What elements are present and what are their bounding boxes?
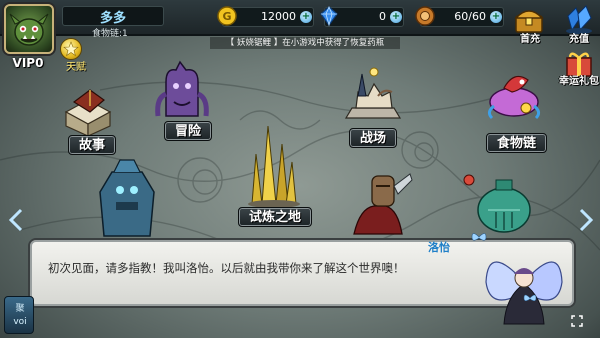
recharge-label[interactable]: 充值 xyxy=(557,30,600,45)
player-avatar[interactable] xyxy=(4,4,54,54)
player-name: 多多 xyxy=(99,11,126,26)
chat-tab-line1: 聚 xyxy=(15,304,25,314)
talent-coin-icon[interactable] xyxy=(60,38,82,60)
dialog-speaker-name: 洛怡 xyxy=(428,241,450,254)
arena-icon xyxy=(344,67,402,119)
trial-grounds-label[interactable]: 试炼之地 xyxy=(238,207,313,227)
stamina-icon xyxy=(415,6,435,26)
butterfly-icon xyxy=(523,294,537,302)
warrior-character xyxy=(346,168,416,242)
trial-grounds-building[interactable] xyxy=(242,120,302,212)
gold-value: 12000 xyxy=(261,10,296,23)
adventure-building[interactable] xyxy=(152,58,212,124)
stamina-value: 60/60 xyxy=(454,10,486,23)
broadcast-notice: 【 妖娆锯鲤 】在小游戏中获得了恢复药瓶 xyxy=(210,37,400,49)
battlefield-label[interactable]: 战场 xyxy=(349,128,398,148)
scroll-left-arrow-icon[interactable] xyxy=(8,208,24,232)
orc-face-icon xyxy=(9,13,49,46)
add-gem-button[interactable]: + xyxy=(390,11,402,23)
svg-text:G: G xyxy=(222,10,231,23)
gem-value: 0 xyxy=(379,10,386,23)
apple-icon xyxy=(463,174,475,186)
purple-tentacle-castle-icon xyxy=(155,60,209,117)
fairy-guide-portrait xyxy=(485,261,563,325)
story-label[interactable]: 故事 xyxy=(68,135,117,155)
first-charge-label[interactable]: 首充 xyxy=(508,30,552,45)
food-link-level: 食物链:1 xyxy=(92,29,128,39)
golem-statue xyxy=(92,158,162,242)
gift-box-icon xyxy=(566,52,592,77)
teapot-house-icon xyxy=(477,179,531,233)
warrior-icon xyxy=(353,173,413,235)
gold-resource: G 12000 + xyxy=(217,6,314,27)
add-gold-button[interactable]: + xyxy=(300,11,312,23)
stone-golem-icon xyxy=(99,159,155,237)
scroll-right-arrow-icon[interactable] xyxy=(578,208,594,232)
game-screen: VIP0 多多 食物链:1 天赋 G 12000 + 0 + 60/60 + 【… xyxy=(0,0,600,338)
star-icon xyxy=(63,41,79,57)
adventure-label[interactable]: 冒险 xyxy=(164,121,213,141)
fish-monster-icon xyxy=(487,75,541,120)
food-chain-building[interactable] xyxy=(482,66,546,126)
food-chain-label[interactable]: 食物链 xyxy=(486,133,548,153)
book-chest-icon xyxy=(64,89,112,137)
chat-tab-button[interactable]: 聚 voi xyxy=(4,296,34,334)
dialog-text: 初次见面，请多指教！我叫洛怡。以后就由我带你来了解这个世界噢！ xyxy=(48,261,405,275)
vip-level[interactable]: VIP0 xyxy=(4,56,52,70)
lucky-pack-label[interactable]: 幸运礼包 xyxy=(557,76,600,87)
butterfly-icon xyxy=(471,233,487,241)
stamina-resource: 60/60 + xyxy=(415,6,504,27)
gem-resource: 0 + xyxy=(320,5,404,27)
golden-spires-icon xyxy=(248,125,300,208)
blue-gem-icon xyxy=(320,5,338,27)
battlefield-building[interactable] xyxy=(338,66,408,130)
add-stamina-button[interactable]: + xyxy=(490,11,502,23)
gold-coin-icon: G xyxy=(217,6,237,26)
expand-icon[interactable] xyxy=(570,314,584,328)
story-building[interactable] xyxy=(60,86,116,140)
chat-tab-line2: voi xyxy=(13,317,27,327)
talent-label[interactable]: 天赋 xyxy=(66,58,86,73)
